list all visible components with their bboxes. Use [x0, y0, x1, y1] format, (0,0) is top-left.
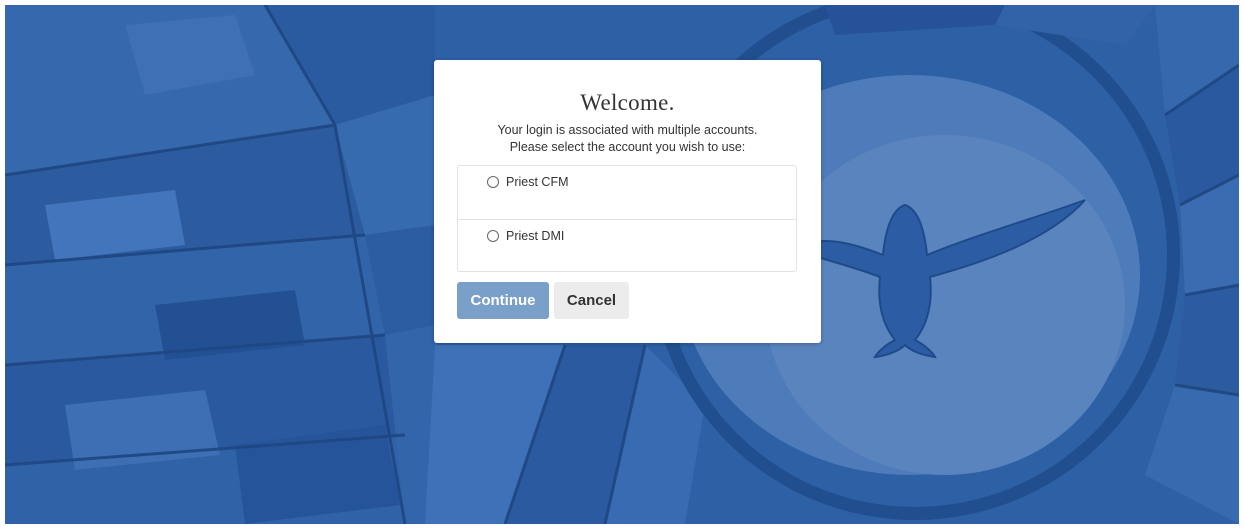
account-select-dialog: Welcome. Your login is associated with m…: [434, 60, 821, 343]
continue-button[interactable]: Continue: [457, 282, 549, 319]
radio-button-icon[interactable]: [487, 230, 499, 242]
account-option-priest-dmi[interactable]: Priest DMI: [458, 219, 796, 272]
account-option-label: Priest DMI: [506, 229, 565, 243]
account-option-priest-cfm[interactable]: Priest CFM: [458, 166, 796, 219]
login-page: Welcome. Your login is associated with m…: [5, 5, 1239, 524]
dialog-title: Welcome.: [580, 90, 675, 115]
cancel-button[interactable]: Cancel: [554, 282, 629, 319]
dialog-message-line1: Your login is associated with multiple a…: [497, 123, 758, 137]
account-option-label: Priest CFM: [506, 175, 569, 189]
dialog-message: Your login is associated with multiple a…: [434, 122, 821, 156]
dialog-message-line2: Please select the account you wish to us…: [509, 140, 746, 154]
radio-button-icon[interactable]: [487, 176, 499, 188]
account-list: Priest CFM Priest DMI: [457, 165, 797, 272]
